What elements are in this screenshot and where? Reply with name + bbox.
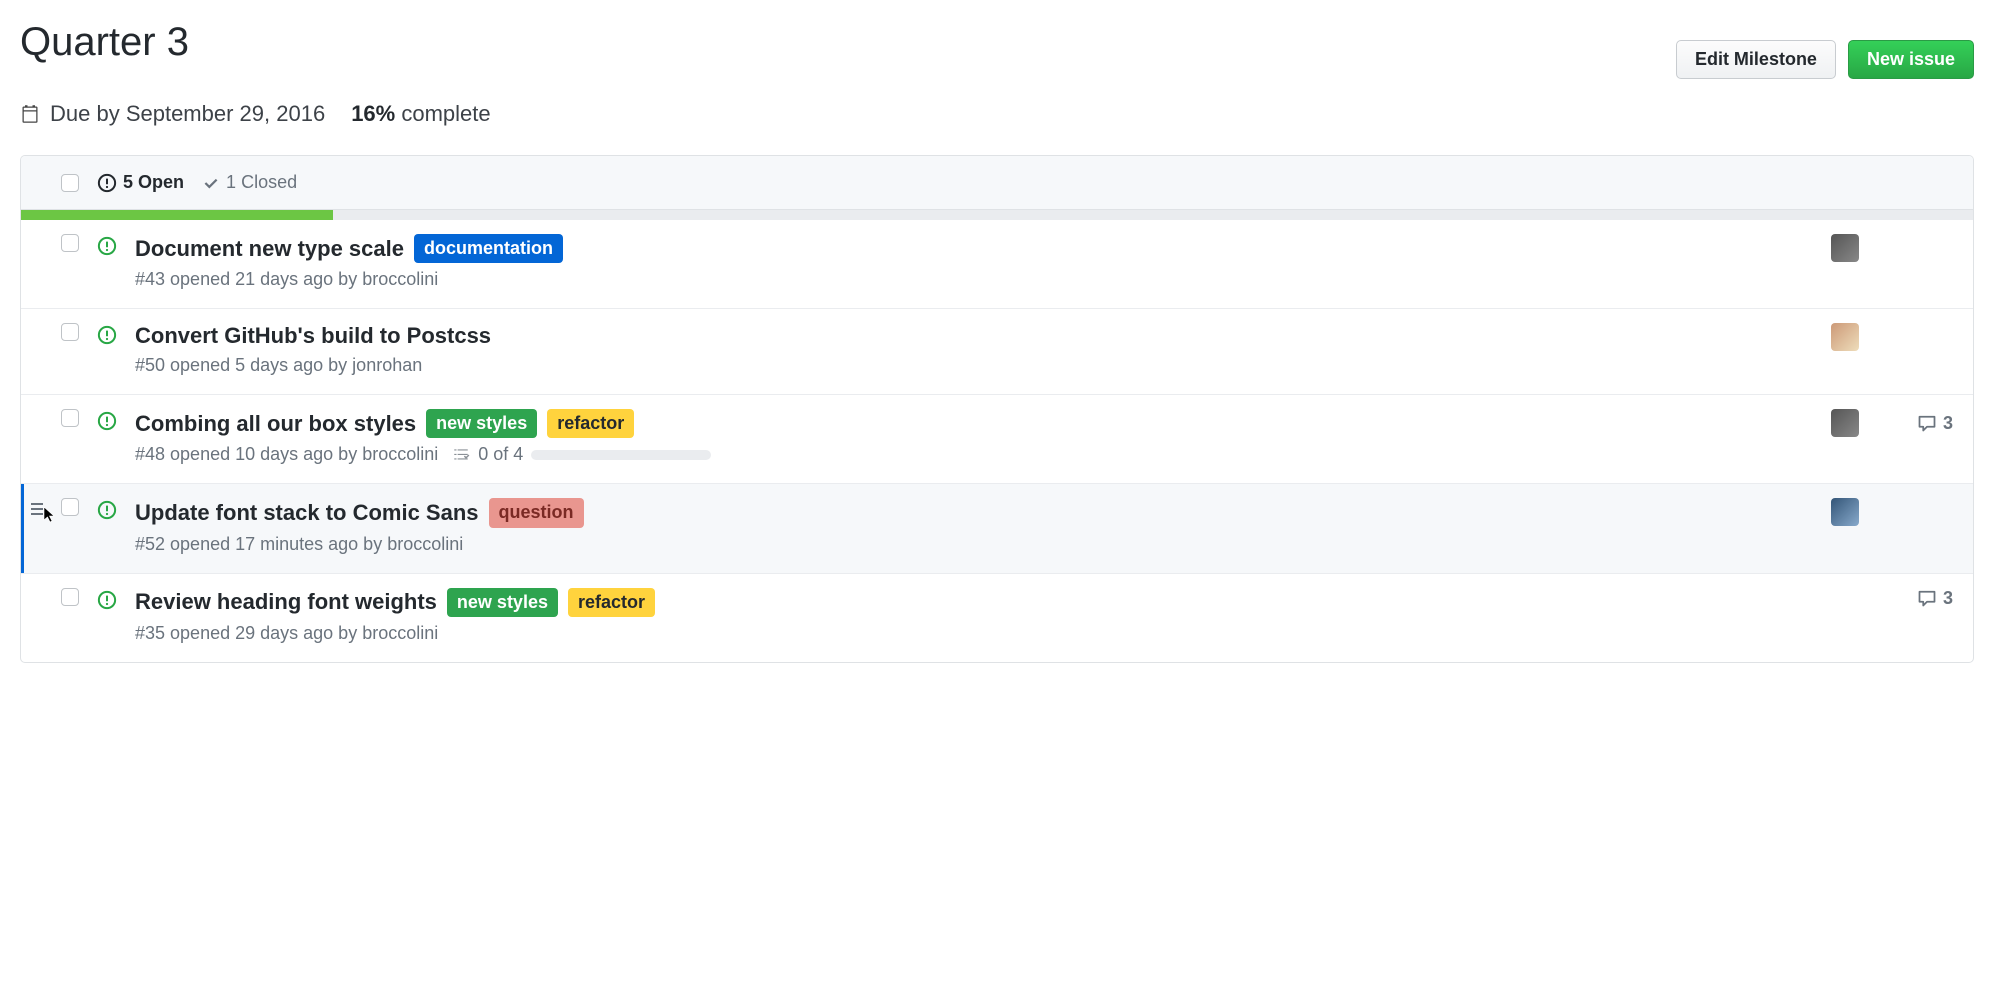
issue-row[interactable]: Update font stack to Comic Sans question… <box>21 483 1973 572</box>
issue-meta-text: #43 opened 21 days ago by broccolini <box>135 269 438 290</box>
issue-checkbox[interactable] <box>61 323 79 341</box>
issue-checkbox[interactable] <box>61 409 79 427</box>
issue-label[interactable]: refactor <box>547 409 634 438</box>
comment-icon <box>1917 588 1937 608</box>
issue-meta-text: #50 opened 5 days ago by jonrohan <box>135 355 422 376</box>
issue-checkbox[interactable] <box>61 234 79 252</box>
issue-label[interactable]: question <box>489 498 584 527</box>
issue-meta-text: #48 opened 10 days ago by broccolini <box>135 444 438 465</box>
issue-label[interactable]: new styles <box>447 588 558 617</box>
new-issue-button[interactable]: New issue <box>1848 40 1974 79</box>
due-date-text: Due by September 29, 2016 <box>50 101 325 127</box>
checklist-icon <box>452 446 470 464</box>
issue-row[interactable]: Review heading font weights new styles r… <box>21 573 1973 662</box>
issue-open-icon <box>97 590 117 610</box>
issue-title-link[interactable]: Review heading font weights <box>135 589 437 615</box>
issue-meta-text: #52 opened 17 minutes ago by broccolini <box>135 534 463 555</box>
issue-row[interactable]: Document new type scale documentation #4… <box>21 220 1973 308</box>
issue-open-icon <box>97 411 117 431</box>
issues-box-header: 5 Open 1 Closed <box>21 156 1973 210</box>
issue-label[interactable]: refactor <box>568 588 655 617</box>
assignee-avatar[interactable] <box>1831 498 1859 526</box>
open-tab[interactable]: 5 Open <box>97 172 184 193</box>
issue-label[interactable]: documentation <box>414 234 563 263</box>
issue-row[interactable]: Convert GitHub's build to Postcss #50 op… <box>21 308 1973 394</box>
issue-open-icon <box>97 500 117 520</box>
assignee-avatar[interactable] <box>1831 323 1859 351</box>
comments-count[interactable]: 3 <box>1909 413 1953 434</box>
complete-text: 16% complete <box>351 101 490 127</box>
edit-milestone-button[interactable]: Edit Milestone <box>1676 40 1836 79</box>
milestone-progress-bar <box>21 210 1973 220</box>
milestone-title: Quarter 3 <box>20 20 189 65</box>
issue-open-icon <box>97 236 117 256</box>
closed-tab[interactable]: 1 Closed <box>202 172 297 193</box>
issue-open-icon <box>97 325 117 345</box>
calendar-icon <box>20 104 40 124</box>
select-all-checkbox[interactable] <box>61 174 79 192</box>
alert-circle-icon <box>97 173 117 193</box>
tasklist-indicator: 0 of 4 <box>452 444 711 465</box>
issue-meta-text: #35 opened 29 days ago by broccolini <box>135 623 438 644</box>
issue-title-link[interactable]: Convert GitHub's build to Postcss <box>135 323 491 349</box>
issue-title-link[interactable]: Combing all our box styles <box>135 411 416 437</box>
issue-row[interactable]: Combing all our box styles new styles re… <box>21 394 1973 483</box>
comments-count[interactable]: 3 <box>1909 588 1953 609</box>
issue-checkbox[interactable] <box>61 498 79 516</box>
assignee-avatar[interactable] <box>1831 234 1859 262</box>
comment-icon <box>1917 413 1937 433</box>
issue-title-link[interactable]: Document new type scale <box>135 236 404 262</box>
drag-handle-icon[interactable] <box>31 502 47 516</box>
issues-box: 5 Open 1 Closed Document new type scale … <box>20 155 1974 663</box>
issue-title-link[interactable]: Update font stack to Comic Sans <box>135 500 479 526</box>
issue-checkbox[interactable] <box>61 588 79 606</box>
assignee-avatar[interactable] <box>1831 409 1859 437</box>
check-icon <box>202 174 220 192</box>
issue-label[interactable]: new styles <box>426 409 537 438</box>
